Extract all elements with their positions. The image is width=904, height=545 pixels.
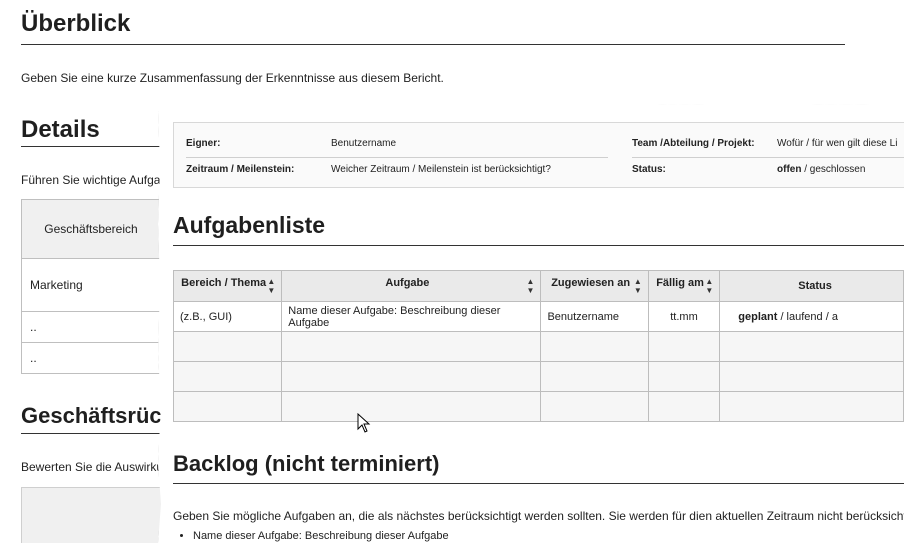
table-row[interactable] [172,331,904,362]
cell-empty[interactable] [647,391,721,422]
period-value: Weicher Zeitraum / Meilenstein ist berüc… [331,164,551,175]
cell-empty[interactable] [281,391,542,422]
info-divider [632,157,904,158]
cell-empty[interactable] [719,391,904,422]
backlog-text: Geben Sie mögliche Aufgaben an, die als … [173,509,904,523]
cell-empty[interactable] [540,391,649,422]
sort-icon[interactable]: ▲ ▼ [527,277,535,295]
status-value: offen / geschlossen [777,164,865,175]
task-list-rule [173,245,904,246]
table-row: .. [21,342,161,374]
impact-rule [21,433,161,434]
cell-task[interactable]: Name dieser Aufgabe: Beschreibung dieser… [281,301,542,332]
details-heading: Details [21,116,100,143]
cell-empty[interactable] [172,331,283,362]
cell-empty[interactable] [719,331,904,362]
column-header-due[interactable]: Fällig am ▲ ▼ [647,270,721,302]
column-label: Bereich / Thema [181,277,267,289]
cell-assignee[interactable]: Benutzername [540,301,649,332]
sort-icon[interactable]: ▲ ▼ [634,277,642,295]
owner-value: Benutzername [331,138,397,149]
cell-due[interactable]: tt.mm [647,301,721,332]
column-header-status[interactable]: Status [719,270,904,302]
status-label: Status: [632,164,666,175]
cell-empty[interactable] [172,391,283,422]
backlog-list: Name dieser Aufgabe: Beschreibung dieser… [173,530,449,542]
column-label: Status [798,280,832,292]
team-label: Team /Abteilung / Projekt: [632,138,755,149]
table-row: .. [21,311,161,343]
status-open: offen [777,164,802,175]
cell-area[interactable]: (z.B., GUI) [172,301,283,332]
column-label: Aufgabe [385,277,430,289]
backlog-rule [173,483,904,484]
sort-icon[interactable]: ▲ ▼ [267,277,275,295]
column-label: Fällig am [656,277,704,289]
cell-empty[interactable] [647,331,721,362]
sort-icon[interactable]: ▲ ▼ [705,277,713,295]
business-area-table: Geschäftsbereich Marketing .. .. [21,199,161,374]
status-other: / laufend / a [777,310,838,323]
business-area-header: Geschäftsbereich [21,199,161,259]
status-planned: geplant [738,310,778,323]
info-divider [186,157,608,158]
team-value: Wofür / für wen gilt diese Li [777,138,898,149]
cell-empty[interactable] [540,361,649,392]
mouse-cursor-icon [357,413,371,433]
column-header-assignee[interactable]: Zugewiesen an ▲ ▼ [540,270,649,302]
cell-empty[interactable] [172,361,283,392]
column-header-area[interactable]: Bereich / Thema ▲ ▼ [172,270,283,302]
details-text: Führen Sie wichtige Aufgal [21,173,164,187]
overview-text: Geben Sie eine kurze Zusammenfassung der… [21,71,444,85]
cell-empty[interactable] [540,331,649,362]
table-row[interactable]: (z.B., GUI) Name dieser Aufgabe: Beschre… [172,301,904,332]
details-rule [21,146,161,147]
cell-status[interactable]: geplant / laufend / a [719,301,904,332]
column-header-task[interactable]: Aufgabe ▲ ▼ [281,270,542,302]
list-item: Name dieser Aufgabe: Beschreibung dieser… [193,530,449,542]
table-row[interactable] [172,361,904,392]
column-label: Zugewiesen an [551,277,631,289]
cell-empty[interactable] [281,361,542,392]
info-panel: Eigner: Benutzername Team /Abteilung / P… [173,122,904,188]
task-list-heading: Aufgabenliste [173,212,326,238]
table-row: Marketing [21,258,161,312]
cell-empty[interactable] [281,331,542,362]
impact-heading: Geschäftsrüc [21,403,162,428]
backlog-heading: Backlog (nicht terminiert) [173,451,440,476]
cell-empty[interactable] [719,361,904,392]
impact-table-placeholder [21,487,163,543]
status-closed: / geschlossen [801,164,866,175]
task-report-page: Eigner: Benutzername Team /Abteilung / P… [158,104,904,543]
cell-empty[interactable] [647,361,721,392]
impact-text: Bewerten Sie die Auswirku [21,460,164,474]
period-label: Zeitraum / Meilenstein: [186,164,295,175]
overview-rule [21,44,845,45]
table-row[interactable] [172,391,904,422]
overview-heading: Überblick [21,10,131,37]
task-table: Bereich / Thema ▲ ▼ Aufgabe ▲ ▼ Zugewiesen a… [172,270,904,422]
owner-label: Eigner: [186,138,221,149]
